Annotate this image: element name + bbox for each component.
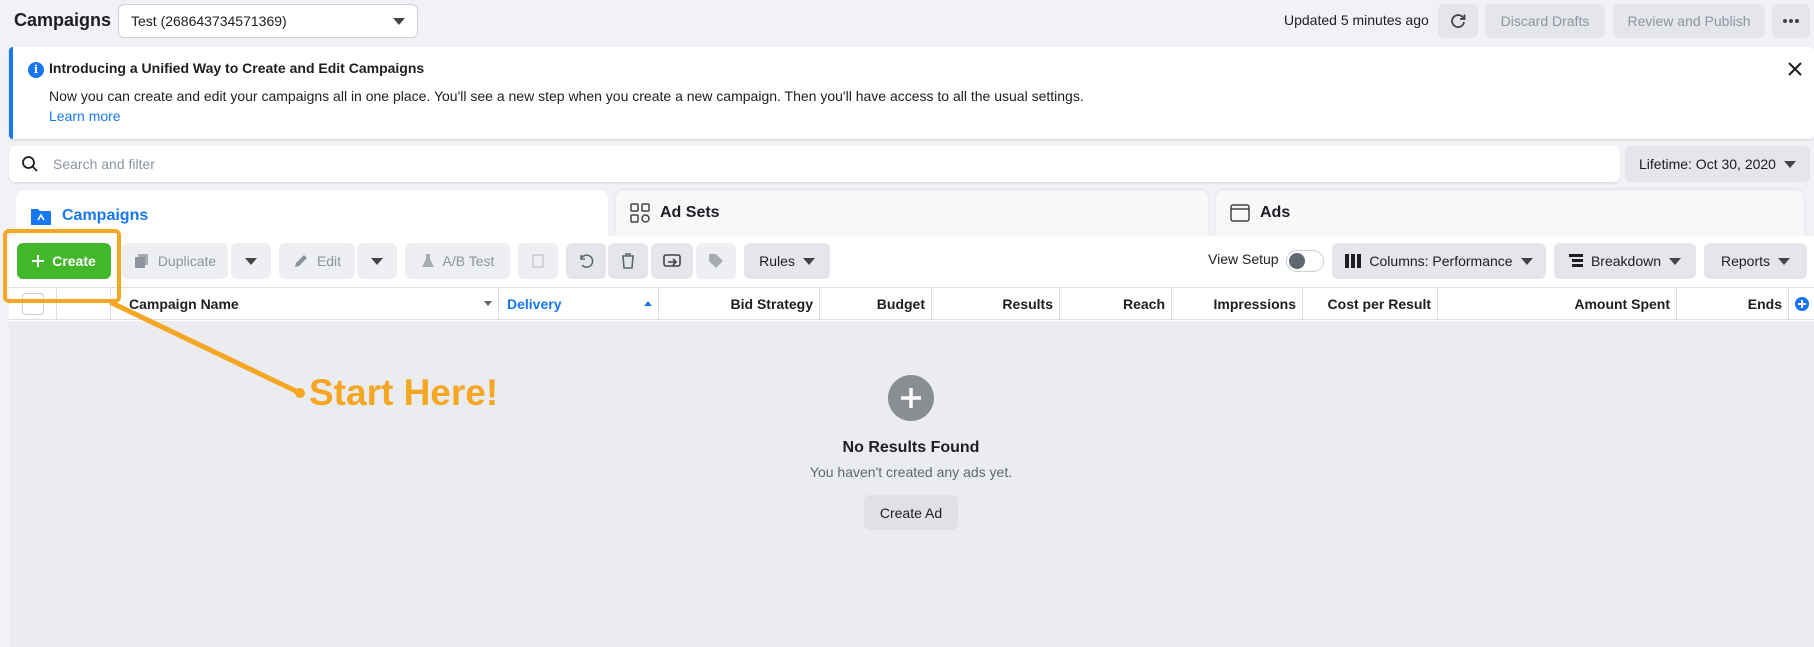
annotation-arrow	[109, 300, 305, 398]
start-here-annotation: Start Here!	[309, 372, 499, 413]
